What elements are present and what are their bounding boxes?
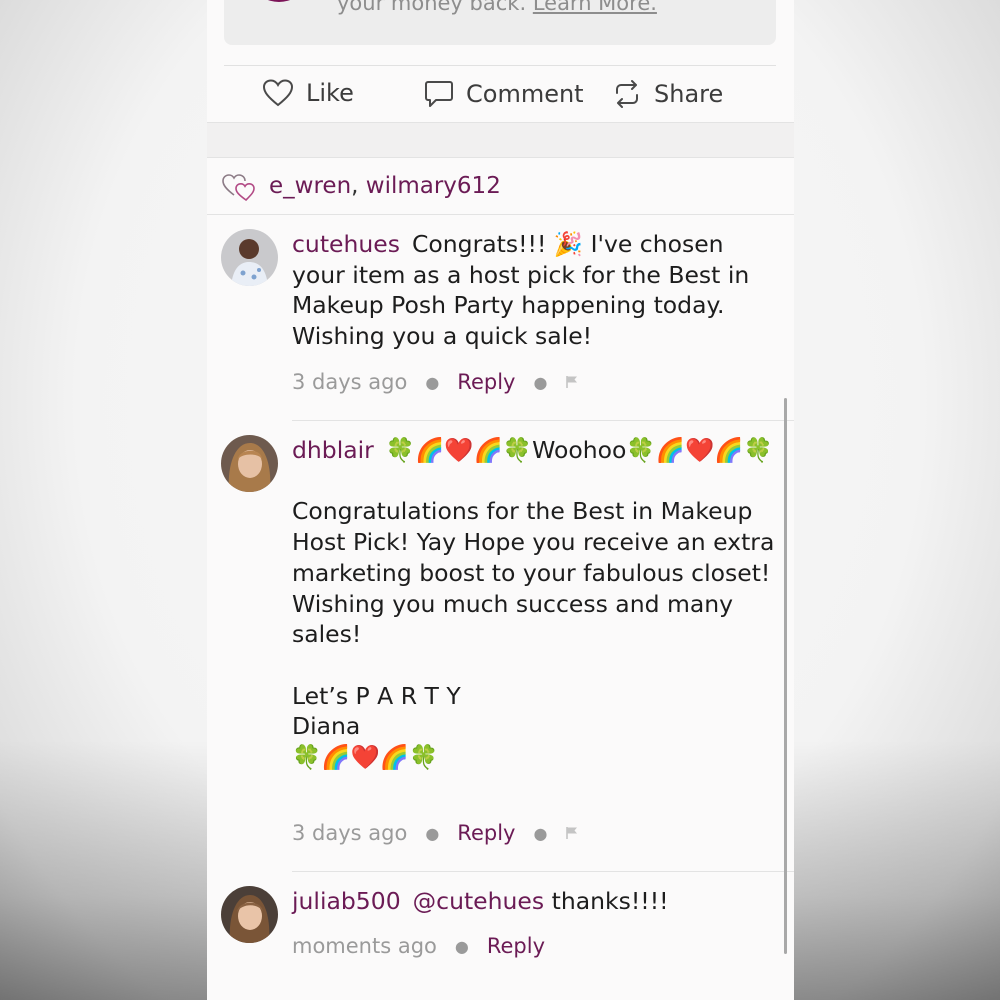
divider [292, 871, 794, 872]
likers-row: e_wren, wilmary612 [221, 170, 501, 202]
comment-username[interactable]: cutehues [292, 230, 400, 258]
liker-link[interactable]: wilmary612 [366, 173, 501, 199]
heart-icon [262, 79, 294, 107]
reply-button[interactable]: Reply [487, 934, 545, 958]
comment-body: dhblair 🍀🌈❤️🌈🍀Woohoo🍀🌈❤️🌈🍀 Congratulation… [292, 436, 775, 772]
section-separator [207, 122, 794, 158]
like-button[interactable]: Like [262, 79, 354, 107]
listing-panel: your money back. Learn More. Like Commen… [207, 0, 794, 1000]
avatar[interactable] [221, 229, 278, 286]
divider [292, 420, 794, 421]
hearts-icon [222, 174, 255, 202]
liker-link[interactable]: e_wren [269, 173, 351, 199]
comment-meta: 3 days ago ● Reply ● [292, 821, 579, 845]
comment-timestamp: 3 days ago [292, 821, 408, 845]
comment-body: cutehues Congrats!!! 🎉 I've chosen your i… [292, 230, 757, 351]
learn-more-link[interactable]: Learn More. [533, 0, 657, 15]
mention-link[interactable]: @cutehues [413, 887, 544, 915]
comment-username[interactable]: juliab500 [292, 887, 401, 915]
promo-badge-icon [256, 0, 302, 2]
share-icon [616, 80, 638, 108]
reply-button[interactable]: Reply [457, 370, 515, 394]
comment-meta: 3 days ago ● Reply ● [292, 370, 579, 394]
comment-icon [425, 81, 453, 107]
comment-timestamp: 3 days ago [292, 370, 408, 394]
promo-banner: your money back. Learn More. [224, 0, 776, 45]
comment-timestamp: moments ago [292, 934, 437, 958]
divider [207, 214, 794, 215]
promo-text: your money back. Learn More. [337, 0, 657, 15]
comment-button[interactable]: Comment [424, 79, 584, 109]
like-label: Like [306, 79, 354, 107]
flag-icon[interactable] [565, 375, 579, 389]
share-button[interactable]: Share [612, 79, 723, 109]
avatar[interactable] [221, 435, 278, 492]
reply-button[interactable]: Reply [457, 821, 515, 845]
share-label: Share [654, 80, 724, 108]
comment-label: Comment [466, 80, 584, 108]
scrollbar[interactable] [784, 398, 787, 954]
flag-icon[interactable] [565, 826, 579, 840]
avatar[interactable] [221, 886, 278, 943]
comment-username[interactable]: dhblair [292, 436, 374, 464]
comment-meta: moments ago ● Reply [292, 934, 546, 958]
action-bar: Like Comment Share [224, 65, 776, 122]
comment-body: juliab500 @cutehues thanks!!!! [292, 887, 669, 915]
